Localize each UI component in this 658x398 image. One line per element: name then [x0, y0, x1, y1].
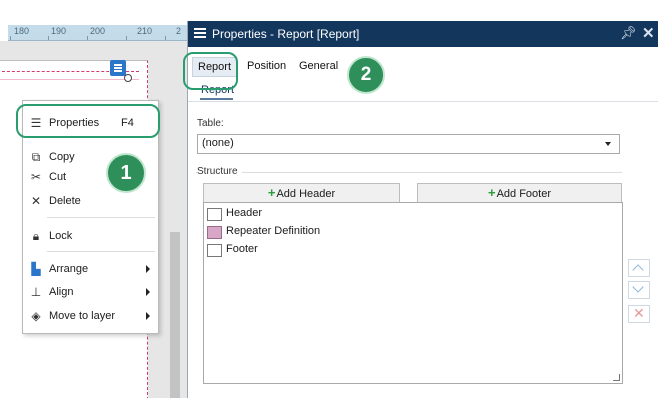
structure-tree[interactable]: Header Repeater Definition Footer: [203, 202, 623, 384]
arrange-icon: ▙: [31, 262, 41, 276]
layers-icon: ◈: [31, 309, 41, 323]
tree-item-label: Footer: [226, 243, 258, 255]
scrollbar-thumb[interactable]: [170, 232, 180, 398]
lock-icon: 🔒︎: [32, 229, 40, 243]
panel-menu-icon[interactable]: [194, 28, 206, 39]
menu-item-label: Copy: [49, 151, 75, 163]
selection-handle[interactable]: [124, 74, 132, 82]
ruler-mark: [10, 36, 11, 40]
submenu-arrow-icon: [146, 265, 150, 273]
chevron-down-icon: [632, 281, 644, 293]
report-margin-line: [0, 79, 139, 80]
menu-item-delete[interactable]: ✕ Delete: [23, 191, 158, 211]
add-header-button[interactable]: +Add Header: [203, 183, 400, 203]
report-tab-highlight: [183, 52, 238, 90]
ruler-tick: 200: [90, 26, 106, 36]
ruler-tick: 190: [51, 26, 67, 36]
tree-item-label: Header: [226, 207, 263, 219]
section-box-icon: [207, 208, 222, 221]
structure-label: Structure: [197, 166, 242, 177]
section-box-icon: [207, 244, 222, 257]
menu-item-label: Align: [49, 286, 74, 298]
menu-separator: [47, 251, 155, 252]
move-down-button[interactable]: [628, 281, 650, 299]
plus-icon: +: [487, 185, 496, 200]
ruler-tick: 2: [176, 26, 182, 36]
panel-title: Properties - Report [Report]: [212, 27, 360, 41]
menu-separator: [47, 217, 155, 218]
design-canvas: 180 190 200 210 2 ☰ Properties F4 ⧉ Copy…: [0, 0, 187, 398]
menu-item-label: Move to layer: [49, 310, 116, 322]
ruler-mark: [126, 36, 127, 40]
add-footer-button[interactable]: +Add Footer: [417, 183, 622, 203]
pin-icon[interactable]: 📌︎: [620, 25, 637, 41]
table-dropdown-value: (none): [202, 137, 234, 149]
subtab-underline: [200, 98, 233, 100]
menu-item-label: Lock: [49, 230, 73, 242]
table-dropdown[interactable]: (none): [197, 134, 620, 154]
table-label: Table:: [197, 118, 224, 129]
properties-highlight: [16, 104, 160, 138]
ruler-mark: [87, 36, 88, 40]
panel-divider: [188, 101, 658, 102]
repeater-box-icon: [207, 226, 222, 239]
move-up-button[interactable]: [628, 259, 650, 277]
horizontal-ruler: 180 190 200 210 2: [8, 25, 187, 50]
close-x-icon: ✕: [633, 305, 645, 321]
properties-panel: Properties - Report [Report] 📌︎ ✕ Report…: [187, 21, 658, 398]
canvas-top-strip: [0, 0, 187, 22]
structure-divider: [196, 172, 622, 173]
submenu-arrow-icon: [146, 288, 150, 296]
step-badge-1: 1: [106, 153, 146, 193]
chevron-up-icon: [632, 264, 644, 276]
scissors-icon: ✂: [30, 170, 42, 184]
ruler-tick: 180: [14, 26, 30, 36]
menu-item-label: Delete: [49, 195, 81, 207]
add-footer-label: Add Footer: [496, 188, 551, 200]
plus-icon: +: [267, 185, 276, 200]
menu-item-label: Arrange: [49, 263, 89, 275]
tab-position[interactable]: Position: [247, 57, 286, 75]
tab-general[interactable]: General: [299, 57, 338, 75]
add-header-label: Add Header: [276, 188, 336, 200]
remove-button[interactable]: ✕: [628, 305, 650, 323]
panel-tabbar: Report Position General: [188, 47, 658, 87]
copy-icon: ⧉: [31, 150, 41, 164]
ruler-tick: 210: [137, 26, 153, 36]
close-icon[interactable]: ✕: [642, 24, 655, 42]
menu-item-label: Cut: [49, 171, 67, 183]
menu-item-move-to-layer[interactable]: ◈ Move to layer: [23, 306, 158, 326]
menu-item-arrange[interactable]: ▙ Arrange: [23, 259, 158, 279]
step-badge-2: 2: [347, 56, 385, 94]
submenu-arrow-icon: [146, 312, 150, 320]
menu-item-align[interactable]: ⊥ Align: [23, 282, 158, 302]
align-icon: ⊥: [30, 285, 42, 299]
ruler-mark: [165, 36, 166, 40]
tree-item-label: Repeater Definition: [226, 225, 321, 237]
menu-item-lock[interactable]: 🔒︎ Lock: [23, 226, 158, 246]
close-x-icon: ✕: [30, 194, 42, 208]
resize-grip-icon[interactable]: [613, 374, 620, 381]
ruler-mark: [48, 36, 49, 40]
panel-titlebar: Properties - Report [Report] 📌︎ ✕: [188, 21, 658, 47]
object-properties-icon[interactable]: [110, 60, 126, 76]
chevron-down-icon: [605, 142, 611, 146]
